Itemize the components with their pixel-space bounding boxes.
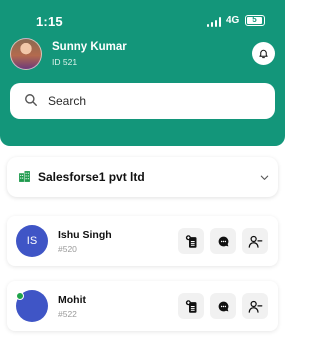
employee-id: #520 — [58, 244, 77, 254]
chat-button[interactable] — [210, 228, 236, 254]
remove-user-button[interactable] — [242, 293, 268, 319]
building-icon — [19, 171, 30, 182]
header: 1:15 4G 5 Sunny Kumar ID 521 — [0, 0, 285, 146]
bell-icon — [259, 49, 268, 59]
network-type: 4G — [226, 15, 240, 26]
battery-level: 5 — [252, 15, 257, 24]
employee-card[interactable]: Mohit #522 — [7, 281, 278, 331]
status-bar: 1:15 4G 5 — [0, 14, 285, 30]
chat-button[interactable] — [210, 293, 236, 319]
assign-task-icon — [185, 234, 196, 248]
assign-task-button[interactable] — [178, 228, 204, 254]
chat-icon — [218, 236, 228, 246]
remove-user-icon — [248, 235, 262, 248]
remove-user-icon — [248, 300, 262, 313]
assign-task-button[interactable] — [178, 293, 204, 319]
chat-icon — [218, 301, 228, 311]
employee-name: Ishu Singh — [58, 229, 112, 241]
remove-user-button[interactable] — [242, 228, 268, 254]
profile-avatar[interactable] — [10, 38, 42, 70]
employee-name: Mohit — [58, 294, 86, 306]
battery-icon: 5 — [245, 15, 265, 26]
employee-avatar: IS — [16, 225, 48, 257]
search-input[interactable] — [48, 91, 258, 111]
search-icon — [25, 94, 37, 106]
assign-task-icon — [185, 299, 196, 313]
company-name: Salesforse1 pvt ltd — [38, 170, 145, 184]
search-bar[interactable] — [10, 83, 275, 119]
employee-card[interactable]: IS Ishu Singh #520 — [7, 216, 278, 266]
signal-icon — [207, 17, 221, 27]
employee-id: #522 — [58, 309, 77, 319]
status-time: 1:15 — [36, 14, 63, 29]
profile-name: Sunny Kumar — [52, 41, 127, 53]
notifications-button[interactable] — [252, 42, 275, 65]
online-indicator — [16, 292, 24, 300]
profile-id: ID 521 — [52, 57, 78, 67]
chevron-down-icon — [260, 175, 269, 180]
company-selector[interactable]: Salesforse1 pvt ltd — [7, 157, 278, 197]
